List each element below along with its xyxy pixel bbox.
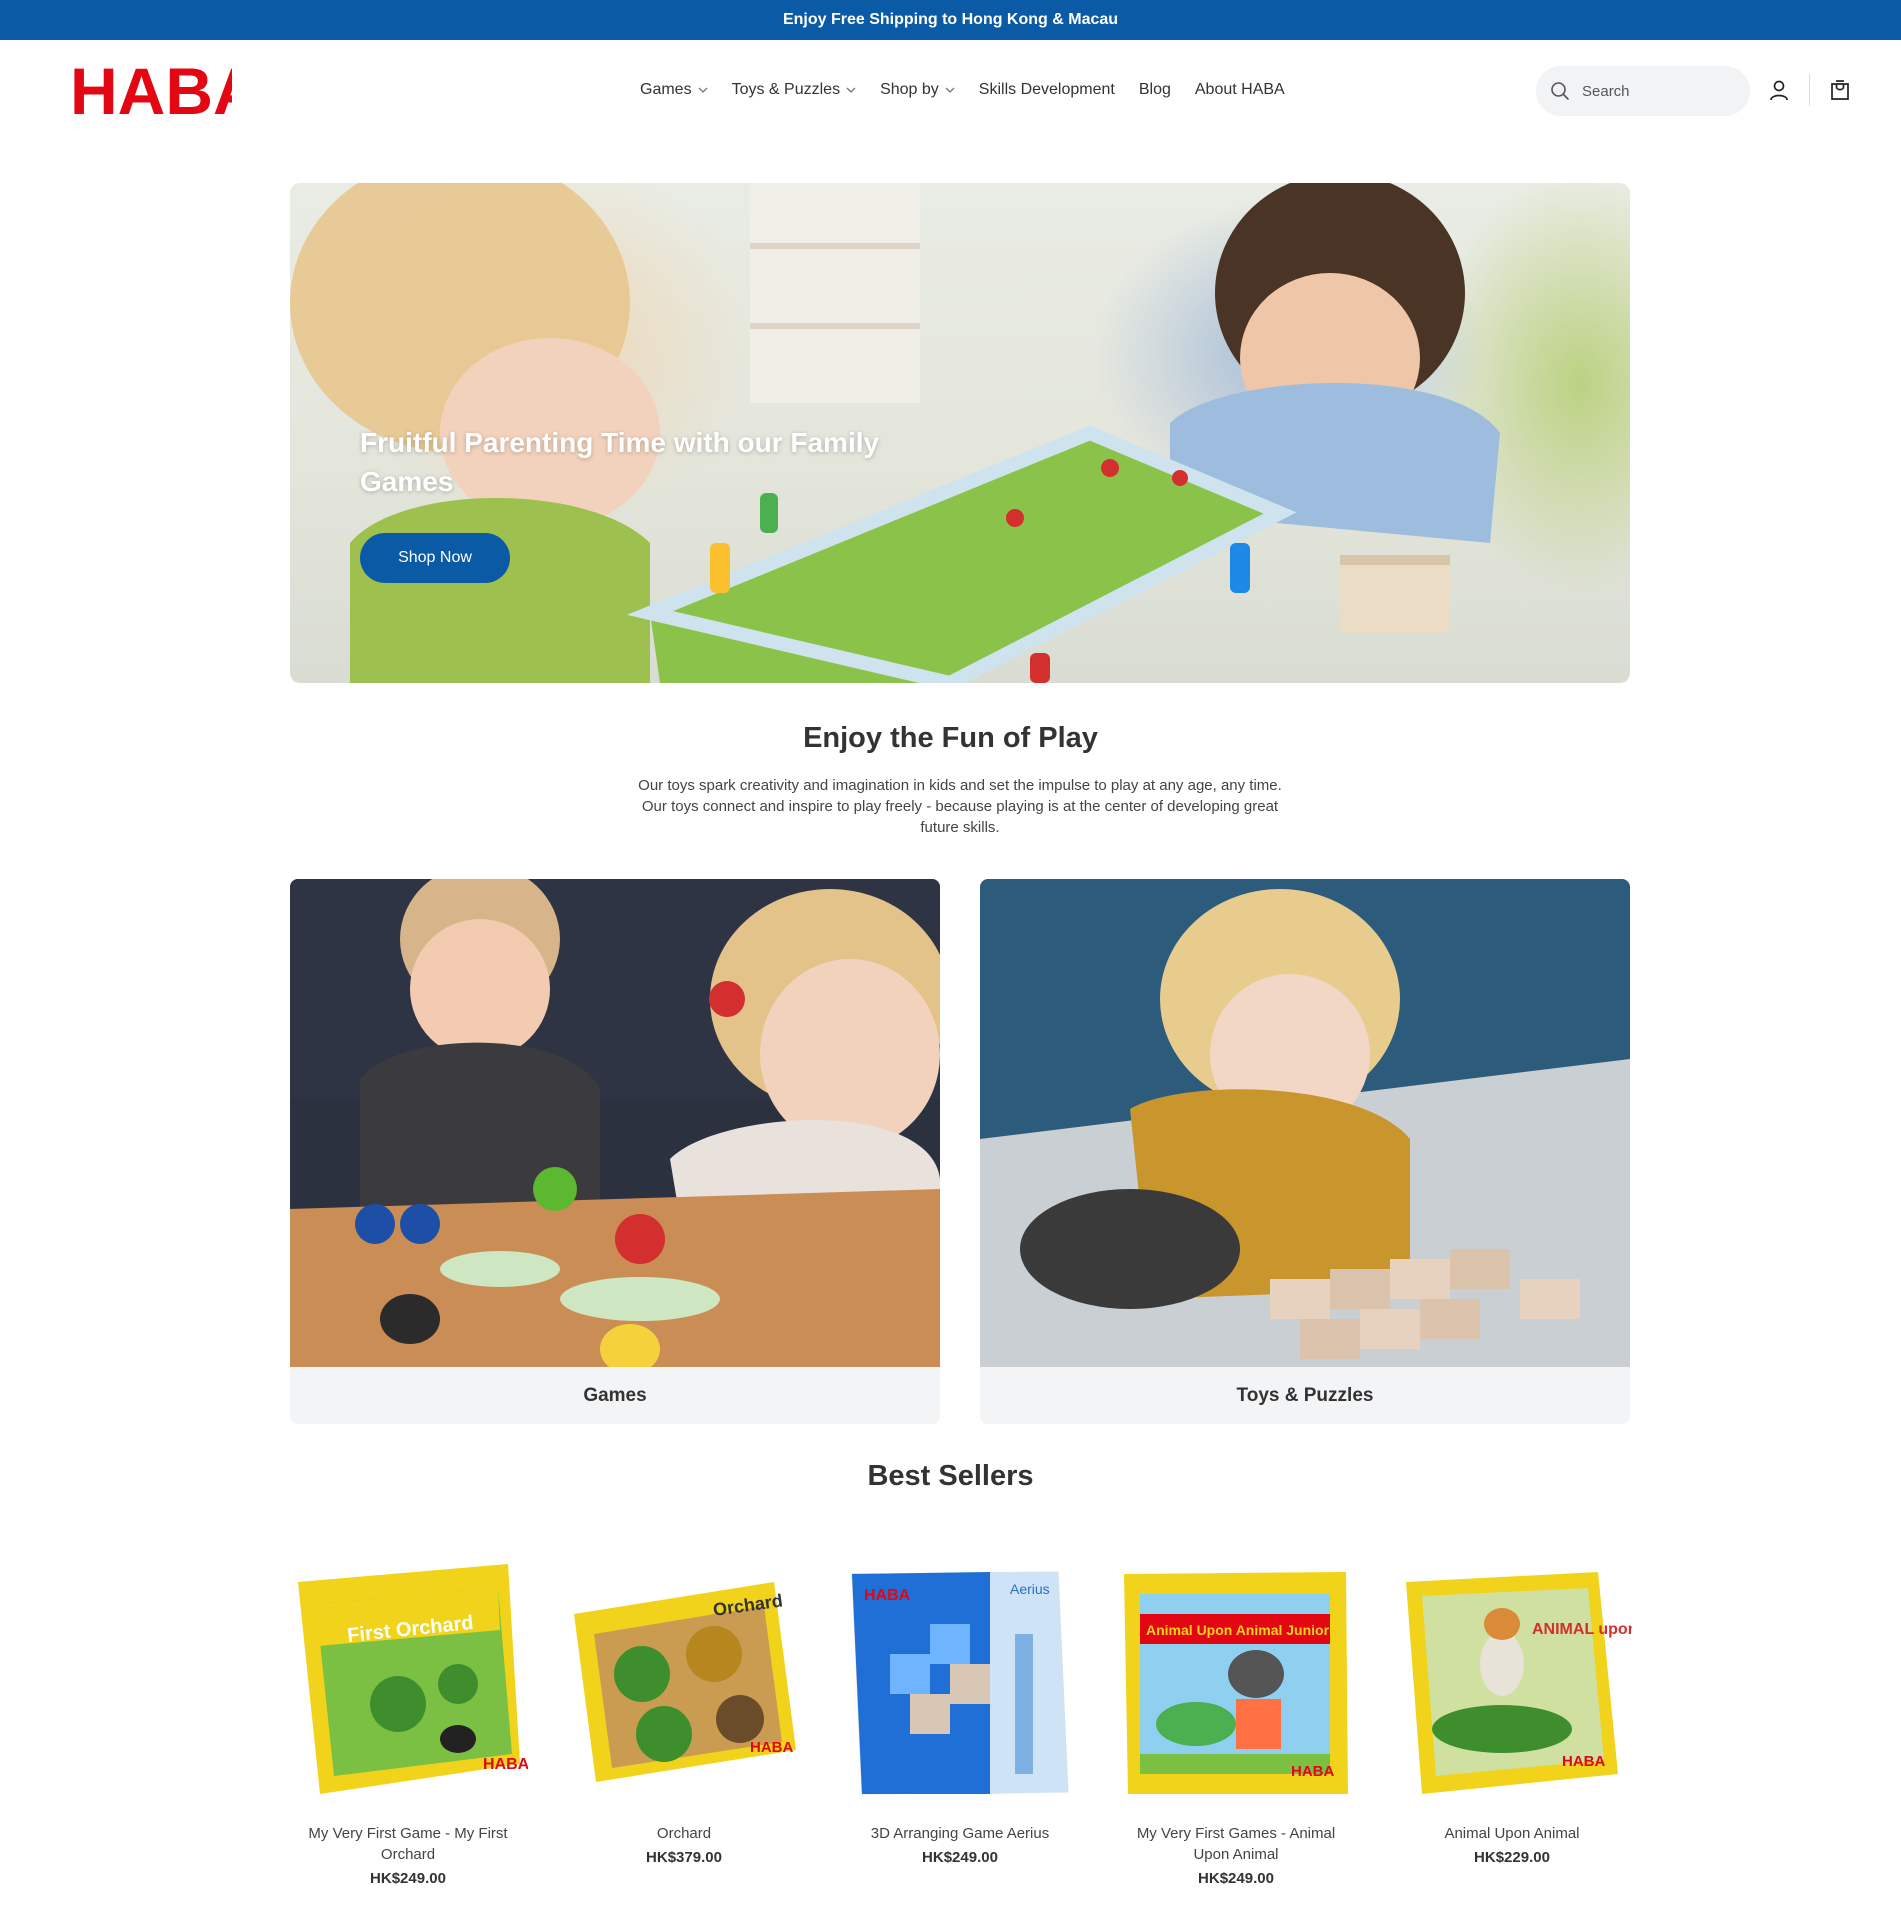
svg-text:HABA: HABA — [483, 1756, 528, 1773]
svg-text:Aerius: Aerius — [1010, 1581, 1050, 1597]
header-divider — [1809, 74, 1810, 106]
nav-item-games[interactable]: Games — [640, 81, 708, 99]
chevron-down-icon — [698, 87, 708, 93]
hero-banner: Fruitful Parenting Time with our Family … — [290, 183, 1630, 683]
product-card[interactable]: Animal Upon Animal Junior HABA My Very F… — [1116, 1554, 1356, 1887]
svg-text:ANIMAL upon ANIMAL: ANIMAL upon ANIMAL — [1532, 1621, 1632, 1638]
announcement-bar: Enjoy Free Shipping to Hong Kong & Macau — [0, 0, 1901, 40]
search-icon — [1551, 82, 1569, 100]
search-box[interactable] — [1536, 66, 1750, 116]
product-image: Orchard HABA — [574, 1582, 796, 1782]
svg-text:HABA: HABA — [864, 1587, 911, 1604]
product-card[interactable]: Orchard HABA Orchard HK$379.00 — [564, 1554, 804, 1866]
product-price: HK$379.00 — [646, 1849, 722, 1866]
shop-now-button[interactable]: Shop Now — [360, 533, 510, 583]
svg-text:HABA: HABA — [1291, 1763, 1334, 1780]
svg-text:Animal Upon Animal Junior: Animal Upon Animal Junior — [1146, 1622, 1330, 1638]
main-nav: Games Toys & Puzzles Shop by Skills Deve… — [640, 40, 1285, 140]
product-name[interactable]: My Very First Games - Animal Upon Animal — [1116, 1823, 1356, 1865]
product-price: HK$249.00 — [1198, 1870, 1274, 1887]
product-card[interactable]: HABA Aerius 3D Arranging Game Aerius HK$… — [840, 1554, 1080, 1866]
cart-button[interactable] — [1824, 74, 1856, 106]
nav-item-label: Shop by — [880, 81, 939, 98]
nav-item-label: Toys & Puzzles — [731, 81, 841, 98]
nav-item-label: About HABA — [1194, 81, 1285, 98]
product-image: ANIMAL upon ANIMAL HABA — [1406, 1572, 1704, 1794]
product-image: HABA Aerius — [851, 1571, 1069, 1795]
account-icon — [1770, 80, 1788, 101]
intro-text: Our toys spark creativity and imaginatio… — [638, 777, 1282, 836]
nav-item-about-haba[interactable]: About HABA — [1195, 81, 1285, 99]
nav-item-label: Blog — [1138, 81, 1171, 98]
games-category-image — [290, 879, 940, 1367]
nav-item-shop-by[interactable]: Shop by — [880, 81, 955, 99]
haba-logo[interactable]: HABA — [68, 58, 232, 124]
product-price: HK$249.00 — [370, 1870, 446, 1887]
chevron-down-icon — [846, 87, 856, 93]
site-header: HABA Games Toys & Puzzles Shop by Skills… — [0, 40, 1901, 140]
category-card-games[interactable]: Games — [290, 879, 940, 1424]
best-sellers-title: Best Sellers — [867, 1460, 1034, 1492]
category-label: Toys & Puzzles — [1236, 1384, 1374, 1406]
hero-title: Fruitful Parenting Time with our Family … — [360, 427, 880, 497]
product-price: HK$229.00 — [1474, 1849, 1550, 1866]
svg-text:HABA: HABA — [750, 1739, 793, 1756]
account-button[interactable] — [1763, 74, 1795, 106]
svg-text:HABA: HABA — [1562, 1753, 1605, 1770]
nav-item-skills-development[interactable]: Skills Development — [979, 81, 1115, 99]
product-name[interactable]: My Very First Game - My First Orchard — [288, 1823, 528, 1865]
product-name[interactable]: Animal Upon Animal — [1392, 1823, 1632, 1844]
nav-item-label: Games — [640, 81, 692, 98]
logo-text: HABA — [70, 58, 232, 124]
category-label: Games — [583, 1384, 647, 1406]
product-image: HABA First Orchard — [298, 1564, 530, 1794]
product-price: HK$249.00 — [922, 1849, 998, 1866]
nav-item-toys-puzzles[interactable]: Toys & Puzzles — [732, 81, 856, 99]
nav-item-label: Skills Development — [978, 81, 1115, 98]
category-card-toys-puzzles[interactable]: Toys & Puzzles — [980, 879, 1630, 1424]
product-name[interactable]: Orchard — [564, 1823, 804, 1844]
product-card[interactable]: HABA First Orchard My Very First Game - … — [288, 1554, 530, 1887]
toys-puzzles-category-image — [980, 879, 1630, 1367]
product-name[interactable]: 3D Arranging Game Aerius — [840, 1823, 1080, 1844]
chevron-down-icon — [945, 87, 955, 93]
intro-title: Enjoy the Fun of Play — [803, 722, 1098, 754]
nav-item-blog[interactable]: Blog — [1139, 81, 1171, 99]
cart-icon — [1831, 80, 1849, 100]
product-card[interactable]: ANIMAL upon ANIMAL HABA Animal Upon Anim… — [1392, 1554, 1704, 1866]
announcement-text: Enjoy Free Shipping to Hong Kong & Macau — [782, 11, 1119, 28]
search-input[interactable] — [1580, 81, 1730, 101]
product-image: Animal Upon Animal Junior HABA — [1124, 1572, 1348, 1794]
